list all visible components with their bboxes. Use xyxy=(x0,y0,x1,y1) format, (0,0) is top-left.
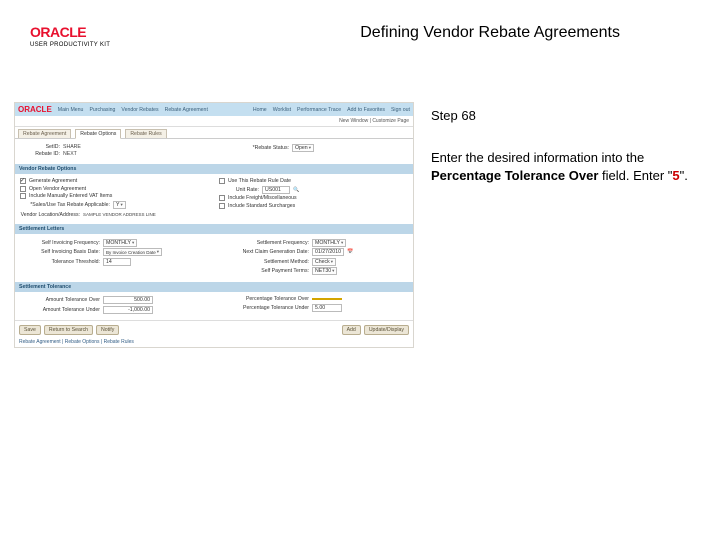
ptu-input[interactable]: 5.00 xyxy=(312,304,342,312)
chk-surcharge-label: Include Standard Surcharges xyxy=(228,203,295,209)
settol-section: Amount Tolerance Over500.00 Amount Toler… xyxy=(15,292,413,319)
band-options: Vendor Rebate Options xyxy=(15,164,413,174)
main-row: ORACLE Main Menu Purchasing Vendor Rebat… xyxy=(0,102,720,348)
freq-dropdown[interactable]: MONTHLY xyxy=(103,239,137,247)
nav-purchasing[interactable]: Purchasing xyxy=(89,107,115,113)
venloc-label: Vendor Location/Address: xyxy=(20,212,80,218)
nav-main[interactable]: Main Menu xyxy=(58,107,84,113)
letters-section: Self Invoicing Frequency:MONTHLY Self In… xyxy=(15,234,413,280)
top-section: SetID:SHARE Rebate ID:NEXT *Rebate Statu… xyxy=(15,139,413,162)
notify-button[interactable]: Notify xyxy=(96,325,119,335)
instruction-sidebar: Step 68 Enter the desired information in… xyxy=(415,102,720,348)
step-label: Step 68 xyxy=(431,108,690,123)
oracle-logo: ORACLE xyxy=(30,24,110,40)
app-oracle-logo: ORACLE xyxy=(18,105,52,114)
link-favorites[interactable]: Add to Favorites xyxy=(347,107,385,113)
pto-input[interactable] xyxy=(312,298,342,300)
app-header: ORACLE Main Menu Purchasing Vendor Rebat… xyxy=(15,103,413,116)
nextclaim-label: Next Claim Generation Date: xyxy=(219,249,309,255)
status-label: *Rebate Status: xyxy=(219,145,289,151)
unitrate-label: Unit Rate: xyxy=(219,187,259,193)
chk-open-vendor[interactable] xyxy=(20,186,26,192)
chk-freight-label: Include Freight/Miscellaneous xyxy=(228,195,297,201)
save-button[interactable]: Save xyxy=(19,325,41,335)
method-label: Settlement Method: xyxy=(219,259,309,265)
venloc-value: SAMPLE VENDOR ADDRESS LINE xyxy=(83,212,156,217)
chk-generate[interactable] xyxy=(20,178,26,184)
setfreq-dropdown[interactable]: MONTHLY xyxy=(312,239,346,247)
link-perf-trace[interactable]: Performance Trace xyxy=(297,107,341,113)
band-settol: Settlement Tolerance xyxy=(15,282,413,292)
radio-rebate-date[interactable] xyxy=(219,178,225,184)
chk-include-vat[interactable] xyxy=(20,193,26,199)
chk-open-vendor-label: Open Vendor Agreement xyxy=(29,186,86,192)
tab-rebate-agreement[interactable]: Rebate Agreement xyxy=(18,129,71,138)
rebateid-value: NEXT xyxy=(63,151,77,157)
nav-rebate-agreement[interactable]: Rebate Agreement xyxy=(165,107,208,113)
update-button[interactable]: Update/Display xyxy=(364,325,409,335)
salestax-dropdown[interactable]: Y xyxy=(113,201,126,209)
basis-label: Self Invoicing Basis Date: xyxy=(20,249,100,255)
unitrate-input[interactable]: US001 xyxy=(262,186,290,194)
freq-label: Self Invoicing Frequency: xyxy=(20,240,100,246)
tabs: Rebate Agreement Rebate Options Rebate R… xyxy=(15,127,413,139)
add-button[interactable]: Add xyxy=(342,325,361,335)
radio-rebate-date-label: Use This Rebate Rule Date xyxy=(228,178,291,184)
return-button[interactable]: Return to Search xyxy=(44,325,93,335)
ato-label: Amount Tolerance Over xyxy=(20,297,100,303)
tol-label: Tolerance Threshold: xyxy=(20,259,100,265)
instruction-text: Enter the desired information into the P… xyxy=(431,149,690,184)
setid-value: SHARE xyxy=(63,144,81,150)
instr-post: ". xyxy=(680,168,688,183)
footer-links[interactable]: Rebate Agreement | Rebate Options | Reba… xyxy=(15,337,413,347)
calendar-icon[interactable] xyxy=(347,249,353,255)
link-home[interactable]: Home xyxy=(253,107,267,113)
instr-field: Percentage Tolerance Over xyxy=(431,168,598,183)
setid-label: SetID: xyxy=(20,144,60,150)
salestax-label: *Sales/Use Tax Rebate Applicable: xyxy=(20,202,110,208)
upk-subtitle: USER PRODUCTIVITY KIT xyxy=(30,42,110,48)
chk-surcharge[interactable] xyxy=(219,203,225,209)
lookup-icon[interactable] xyxy=(293,187,299,193)
page-title: Defining Vendor Rebate Agreements xyxy=(130,18,690,42)
ptu-label: Percentage Tolerance Under xyxy=(219,305,309,311)
instr-value: 5 xyxy=(672,168,679,183)
atu-label: Amount Tolerance Under xyxy=(20,307,100,313)
ato-input[interactable]: 500.00 xyxy=(103,296,153,304)
tab-rebate-rules[interactable]: Rebate Rules xyxy=(125,129,166,138)
method-dropdown[interactable]: Check xyxy=(312,258,336,266)
band-letters: Settlement Letters xyxy=(15,224,413,234)
link-worklist[interactable]: Worklist xyxy=(273,107,291,113)
instr-mid: field. Enter " xyxy=(598,168,672,183)
link-signout[interactable]: Sign out xyxy=(391,107,410,113)
status-dropdown[interactable]: Open xyxy=(292,144,314,152)
payterms-dropdown[interactable]: NET30 xyxy=(312,267,337,275)
tol-input[interactable]: 14 xyxy=(103,258,131,266)
chk-freight[interactable] xyxy=(219,195,225,201)
setfreq-label: Settlement Frequency: xyxy=(219,240,309,246)
button-bar: Save Return to Search Notify Add Update/… xyxy=(15,323,413,337)
logo-block: ORACLE USER PRODUCTIVITY KIT xyxy=(30,24,110,48)
rebateid-label: Rebate ID: xyxy=(20,151,60,157)
app-subheader[interactable]: New Window | Customize Page xyxy=(15,116,413,127)
app-window: ORACLE Main Menu Purchasing Vendor Rebat… xyxy=(14,102,414,348)
atu-input[interactable]: -1,000.00 xyxy=(103,306,153,314)
payterms-label: Self Payment Terms: xyxy=(219,268,309,274)
basis-dropdown[interactable]: By Invoice Creation Date xyxy=(103,248,162,256)
chk-generate-label: Generate Agreement xyxy=(29,178,77,184)
options-section: Generate Agreement Open Vendor Agreement… xyxy=(15,174,413,223)
nav-vendor-rebates[interactable]: Vendor Rebates xyxy=(121,107,158,113)
pto-label: Percentage Tolerance Over xyxy=(219,296,309,302)
tab-rebate-options[interactable]: Rebate Options xyxy=(75,129,121,139)
screenshot-wrap: ORACLE Main Menu Purchasing Vendor Rebat… xyxy=(0,102,415,348)
nextclaim-input[interactable]: 01/27/2010 xyxy=(312,248,344,256)
doc-header: ORACLE USER PRODUCTIVITY KIT Defining Ve… xyxy=(0,0,720,56)
chk-include-vat-label: Include Manually Entered VAT Items xyxy=(29,193,112,199)
instr-pre: Enter the desired information into the xyxy=(431,150,644,165)
